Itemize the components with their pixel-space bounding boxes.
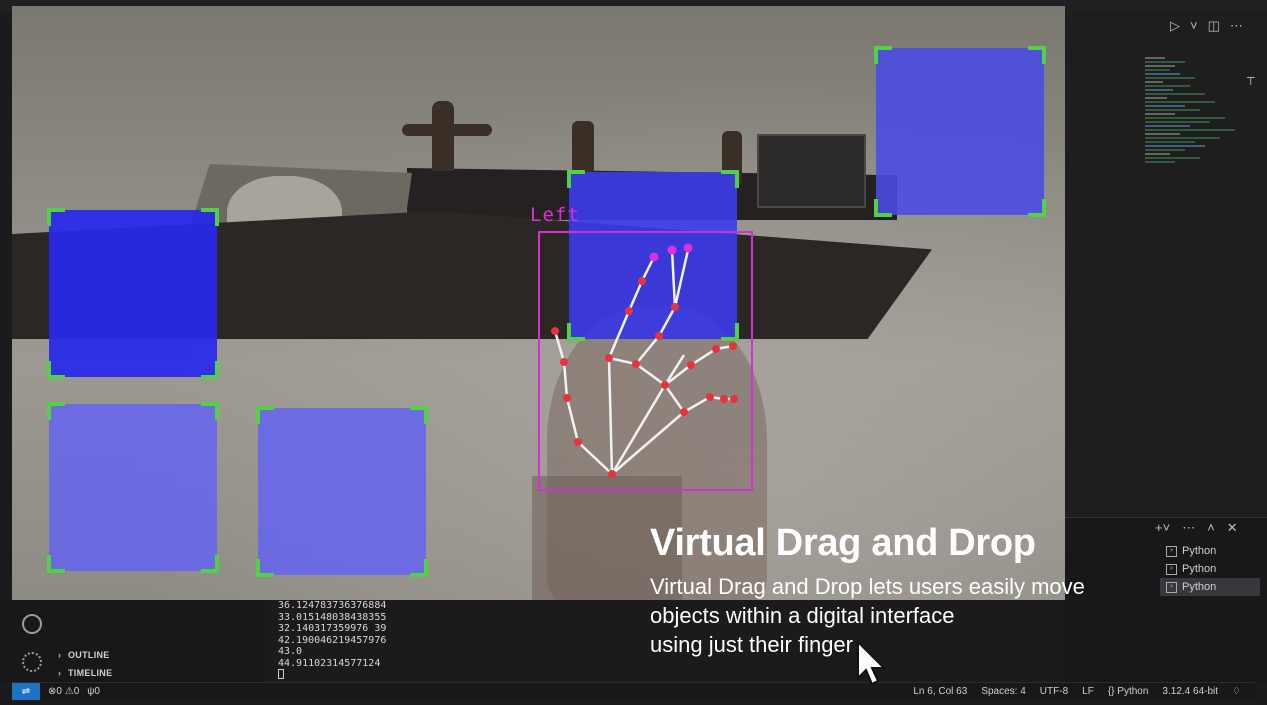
- hand-landmarks: [538, 231, 753, 491]
- ports-status[interactable]: ψ0: [87, 686, 100, 697]
- scroll-to-top-icon[interactable]: ⊤: [1246, 77, 1256, 88]
- terminal-line: 36.124783736376884: [278, 600, 387, 611]
- gear-icon[interactable]: [22, 652, 42, 672]
- account-icon[interactable]: [22, 614, 42, 634]
- terminal-line: 44.91102314577124: [278, 657, 381, 669]
- status-bar: ⇌ ⊗0 ⚠0 ψ0 Ln 6, Col 63 Spaces: 4 UTF-8 …: [12, 682, 1255, 700]
- interpreter[interactable]: 3.12.4 64-bit: [1162, 686, 1218, 697]
- split-editor-icon[interactable]: ◫: [1208, 18, 1220, 34]
- hand-bounding-box: [538, 231, 753, 491]
- caption-title: Virtual Drag and Drop: [650, 522, 1036, 564]
- terminal-line: 42.190046219457976: [278, 634, 387, 646]
- maximize-panel-icon[interactable]: ˄: [1207, 520, 1215, 536]
- line-ending[interactable]: LF: [1082, 686, 1094, 697]
- chevron-right-icon: ›: [58, 668, 62, 678]
- bell-icon[interactable]: ♢: [1232, 686, 1241, 697]
- indentation[interactable]: Spaces: 4: [981, 686, 1025, 697]
- camera-feed[interactable]: Left: [12, 6, 1065, 600]
- terminal-output: 36.124783736376884 33.015148038438355 32…: [278, 600, 386, 683]
- remote-icon[interactable]: ⇌: [12, 683, 40, 700]
- outline-section[interactable]: › OUTLINE: [58, 650, 110, 660]
- caption-line: Virtual Drag and Drop lets users easily …: [650, 574, 1085, 599]
- terminal-line: 32.140317359976 39: [278, 623, 387, 634]
- minimap[interactable]: [1145, 55, 1255, 245]
- hand-landmark-points: [551, 277, 738, 478]
- terminal-tab[interactable]: > Python: [1160, 560, 1260, 578]
- terminal-icon: >: [1166, 545, 1177, 557]
- chevron-right-icon: ›: [58, 650, 62, 660]
- terminal-cursor: [278, 669, 284, 679]
- timeline-section[interactable]: › TIMELINE: [58, 668, 112, 678]
- close-panel-icon[interactable]: ✕: [1227, 520, 1238, 536]
- chevron-down-icon[interactable]: ˅: [1190, 18, 1198, 34]
- terminal-tab[interactable]: > Python: [1160, 578, 1260, 596]
- caption-line: objects within a digital interface: [650, 603, 955, 628]
- mouse-pointer-icon: [857, 640, 887, 686]
- more-icon[interactable]: ⋯: [1182, 520, 1195, 536]
- encoding[interactable]: UTF-8: [1040, 686, 1068, 697]
- new-terminal-icon[interactable]: +˅: [1155, 520, 1170, 536]
- language-mode[interactable]: {} Python: [1108, 686, 1149, 697]
- terminal-tab-list: > Python > Python > Python: [1160, 542, 1260, 596]
- more-icon[interactable]: ⋯: [1230, 18, 1243, 34]
- terminal-line: 33.015148038438355: [278, 611, 387, 623]
- problems-status[interactable]: ⊗0 ⚠0: [48, 686, 79, 697]
- terminal-actions: +˅ ⋯ ˄ ✕: [1155, 520, 1238, 536]
- caption-line: using just their finger: [650, 632, 853, 657]
- caption-description: Virtual Drag and Drop lets users easily …: [650, 572, 1170, 659]
- cursor-position[interactable]: Ln 6, Col 63: [913, 686, 967, 697]
- editor-actions: ▷ ˅ ◫ ⋯: [1170, 18, 1243, 34]
- terminal-tab[interactable]: > Python: [1160, 542, 1260, 560]
- run-icon[interactable]: ▷: [1170, 18, 1180, 34]
- activity-bar: [12, 600, 54, 682]
- terminal-line: 43.0: [278, 646, 303, 657]
